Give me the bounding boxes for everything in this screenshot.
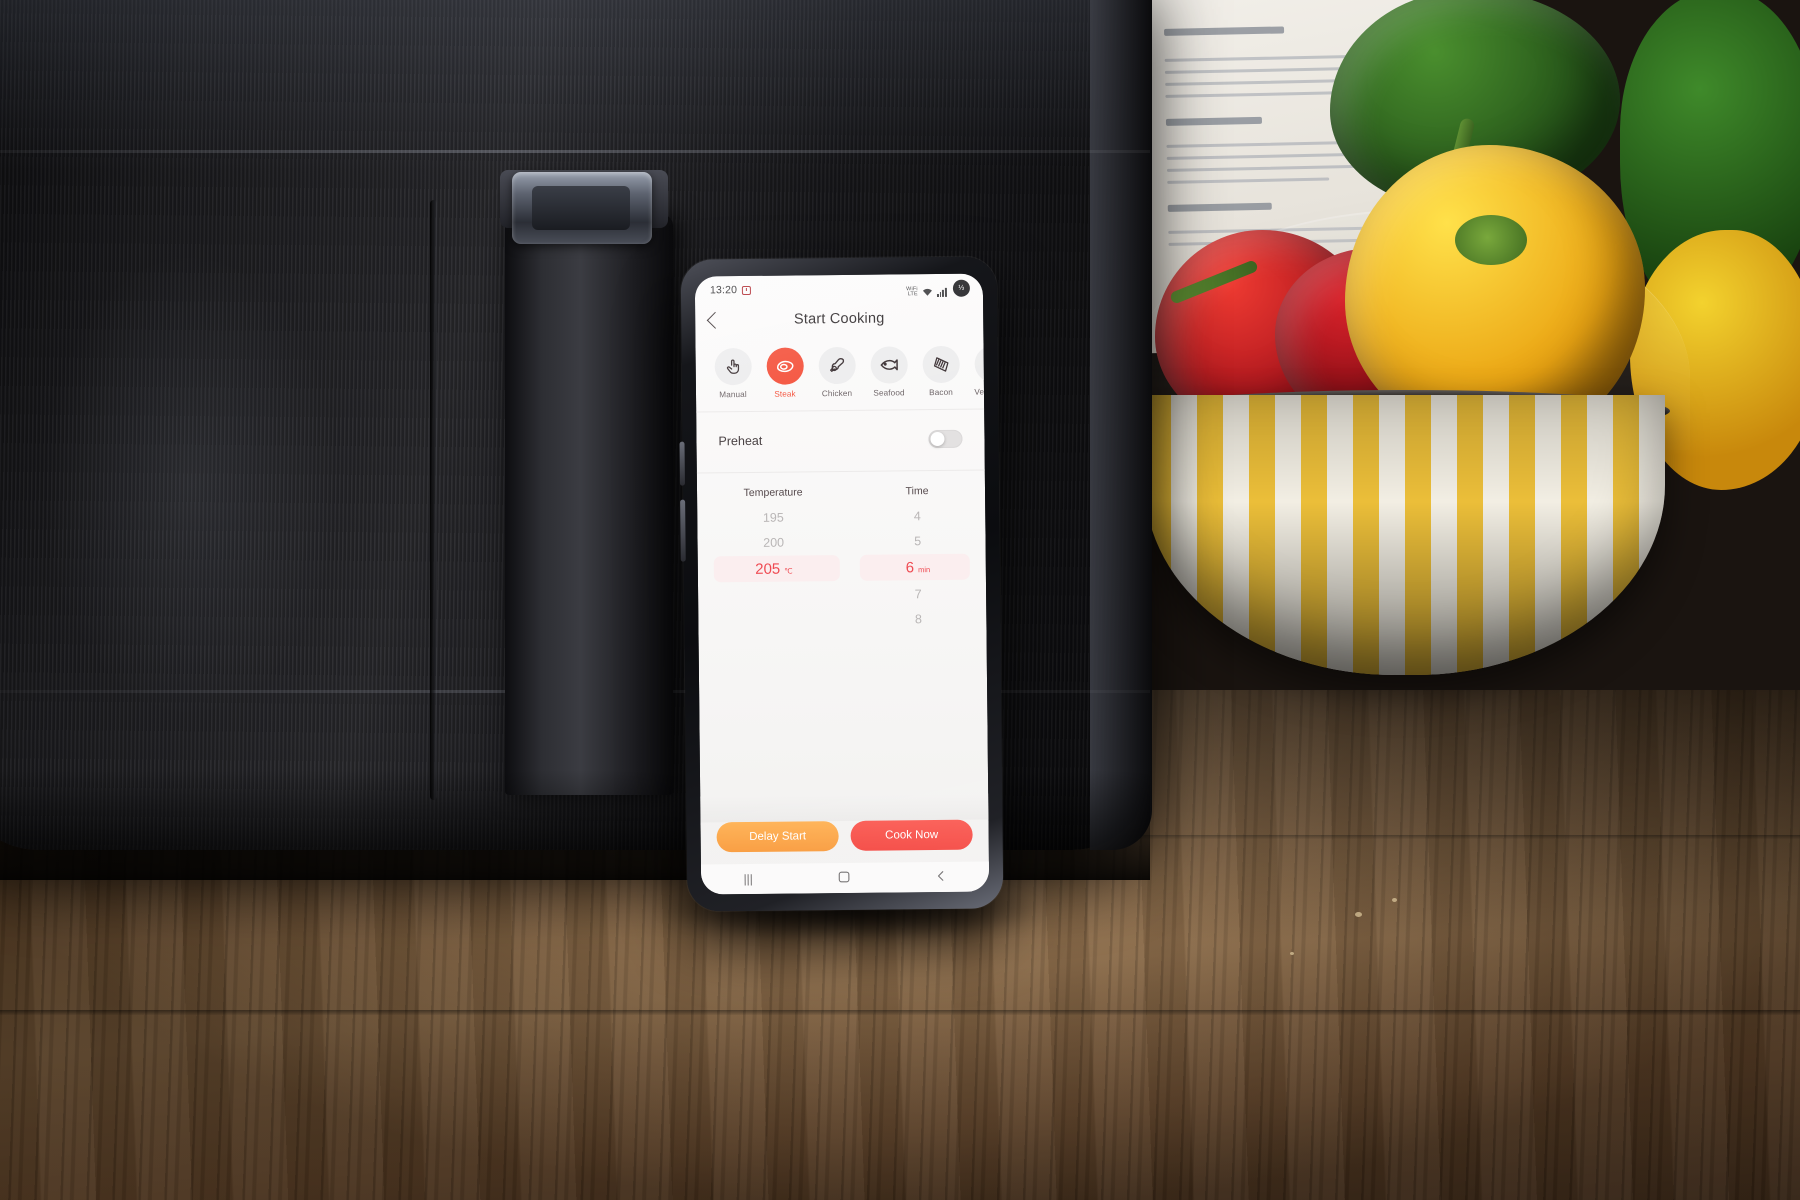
action-buttons: Delay Start Cook Now [700, 819, 988, 864]
bottom-band [700, 793, 989, 823]
value-pickers[interactable]: 195 4 200 5 205 ℃ 6 min 7 8 [697, 496, 986, 633]
back-chevron-icon[interactable] [935, 869, 947, 884]
bacon-icon [922, 345, 960, 384]
preheat-label: Preheat [718, 433, 763, 449]
fish-icon [870, 346, 908, 384]
status-time: 13:20 [709, 284, 738, 297]
crumb [1355, 912, 1362, 917]
status-bar: 13:20 WiFi LTE ⅓ [695, 274, 983, 303]
cooking-mode-list[interactable]: Manual Steak Chicken Seafood Bacon Veget… [695, 336, 985, 408]
mode-label: Bacon [929, 387, 953, 398]
air-fryer-right-edge [1090, 0, 1152, 850]
mode-label: Chicken [821, 388, 853, 399]
battery-level-text: ⅓ [958, 284, 965, 292]
air-fryer-top-highlight [0, 0, 1150, 170]
delay-start-button[interactable]: Delay Start [716, 821, 839, 853]
time-selected-value: 6 [905, 558, 915, 576]
signal-bars-icon [936, 287, 947, 297]
crumb [1290, 952, 1294, 955]
alarm-clock-icon [742, 285, 752, 295]
temperature-option[interactable]: 195 [763, 510, 784, 524]
recents-button[interactable]: ||| [743, 872, 753, 886]
time-option[interactable]: 7 [915, 587, 922, 601]
time-selected-cell[interactable]: 6 min [850, 553, 986, 581]
mode-label: Steak [774, 389, 796, 399]
mode-chicken[interactable]: Chicken [814, 346, 861, 399]
time-option[interactable]: 8 [915, 612, 922, 626]
picker-row[interactable]: 8 [698, 605, 986, 633]
preheat-row[interactable]: Preheat [696, 410, 985, 469]
mode-label: Vegetable [974, 387, 985, 397]
time-option[interactable]: 4 [914, 509, 921, 523]
toggle-knob [930, 431, 945, 447]
mode-steak[interactable]: Steak [762, 347, 809, 399]
crumb [1392, 898, 1397, 902]
volume-button[interactable] [679, 441, 685, 486]
preheat-toggle[interactable] [928, 429, 963, 449]
mode-bacon[interactable]: Bacon [918, 345, 965, 398]
air-fryer-panel-gap [430, 200, 437, 800]
temperature-option[interactable]: 200 [763, 535, 784, 549]
selection-pill [859, 553, 970, 581]
vegetable-icon [974, 345, 985, 383]
power-button[interactable] [680, 499, 686, 562]
mode-vegetable[interactable]: Vegetable [970, 345, 985, 397]
temperature-unit: ℃ [784, 566, 793, 576]
mode-seafood[interactable]: Seafood [866, 346, 913, 398]
air-fryer-latch-inner [532, 186, 630, 230]
scene-root: 13:20 WiFi LTE ⅓ Start Cooking Manual St… [0, 0, 1800, 1200]
phone-screen[interactable]: 13:20 WiFi LTE ⅓ Start Cooking Manual St… [694, 273, 990, 895]
picker-row-selected[interactable]: 205 ℃ 6 min [698, 552, 986, 583]
air-fryer-drawer-seam [0, 150, 1150, 153]
picker-row[interactable]: 7 [698, 580, 986, 608]
cook-now-button[interactable]: Cook Now [850, 819, 973, 851]
striped-bowl [1145, 395, 1665, 675]
temperature-selected-value: 205 [755, 560, 781, 578]
status-signal-label: LTE [907, 290, 918, 297]
picker-row[interactable]: 200 5 [697, 527, 985, 555]
drumstick-icon [818, 346, 856, 385]
temperature-selected-cell[interactable]: 205 ℃ [698, 555, 850, 583]
app-bar: Start Cooking [695, 300, 983, 339]
air-fryer-handle-column [505, 215, 673, 795]
steak-icon [766, 347, 804, 385]
mode-manual[interactable]: Manual [710, 347, 757, 400]
page-title: Start Cooking [793, 310, 885, 328]
mode-label: Seafood [873, 388, 905, 398]
hand-tap-icon [714, 347, 752, 386]
home-square-icon[interactable] [838, 870, 850, 885]
air-fryer-highlight [40, 250, 340, 720]
mode-label: Manual [719, 389, 747, 400]
time-unit: min [918, 564, 931, 574]
pepper-yellow-stem-cap [1455, 215, 1527, 265]
wifi-icon [922, 288, 932, 296]
android-nav-bar[interactable]: ||| [700, 861, 990, 895]
picker-row[interactable]: 195 4 [697, 502, 985, 530]
time-option[interactable]: 5 [914, 534, 921, 548]
smartphone: 13:20 WiFi LTE ⅓ Start Cooking Manual St… [679, 256, 1004, 912]
picker-headers: Temperature Time [697, 470, 985, 499]
battery-circle-icon: ⅓ [952, 279, 970, 297]
